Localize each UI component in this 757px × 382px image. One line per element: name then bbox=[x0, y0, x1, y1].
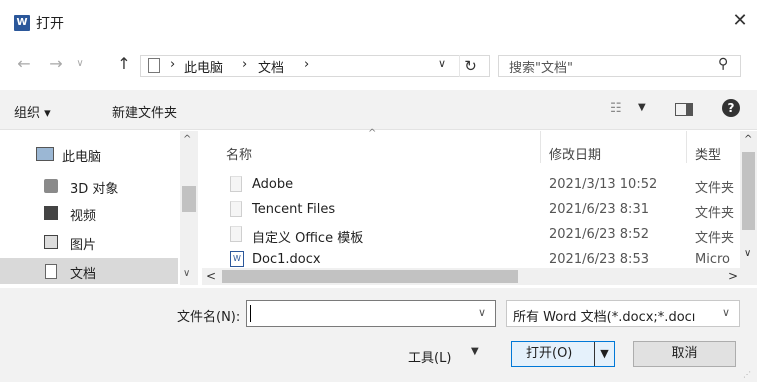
table-row[interactable]: W Doc1.docx 2021/6/23 8:53 Micro bbox=[222, 250, 740, 268]
up-arrow-icon[interactable]: ↑ bbox=[114, 54, 134, 74]
breadcrumb-separator: › bbox=[242, 57, 248, 72]
file-name: 自定义 Office 模板 bbox=[252, 231, 364, 246]
back-arrow-icon[interactable]: ← bbox=[14, 54, 34, 74]
sidebar-item-label: 此电脑 bbox=[62, 150, 102, 165]
file-type: 文件夹 bbox=[695, 181, 735, 196]
file-modified: 2021/6/23 8:52 bbox=[549, 227, 649, 242]
column-header-type[interactable]: 类型 bbox=[695, 144, 721, 163]
breadcrumb-documents[interactable]: 文档 bbox=[258, 57, 284, 76]
column-divider[interactable] bbox=[540, 131, 541, 163]
column-header-name[interactable]: 名称 bbox=[226, 144, 252, 163]
folder-icon bbox=[230, 201, 242, 217]
sidebar-item-label: 视频 bbox=[70, 209, 97, 224]
table-row[interactable]: 自定义 Office 模板 2021/6/23 8:52 文件夹 bbox=[222, 225, 740, 247]
title-bar bbox=[0, 0, 757, 42]
word-app-icon: W bbox=[14, 15, 30, 31]
file-type: 文件夹 bbox=[695, 206, 735, 221]
file-modified: 2021/3/13 10:52 bbox=[549, 177, 658, 192]
close-icon[interactable]: ✕ bbox=[728, 10, 752, 34]
preview-pane-icon[interactable] bbox=[675, 103, 693, 116]
refresh-icon[interactable]: ↻ bbox=[459, 55, 481, 77]
sidebar-item-3d-objects[interactable]: 3D 对象 bbox=[0, 173, 178, 199]
view-options-icon[interactable]: ☷ bbox=[610, 101, 622, 116]
folder-icon bbox=[230, 176, 242, 192]
file-type-select[interactable]: 所有 Word 文档(*.docx;*.docı bbox=[506, 300, 740, 327]
word-document-icon: W bbox=[230, 251, 244, 267]
sidebar-scroll-thumb[interactable] bbox=[182, 186, 196, 212]
sidebar-item-documents[interactable]: 文档 bbox=[0, 258, 178, 284]
file-modified: 2021/6/23 8:53 bbox=[549, 252, 649, 267]
sidebar-item-videos[interactable]: 视频 bbox=[0, 200, 178, 226]
video-icon bbox=[44, 206, 58, 220]
cube-icon bbox=[44, 179, 58, 193]
filename-dropdown-chevron-icon[interactable]: ∨ bbox=[478, 306, 486, 319]
document-icon bbox=[148, 58, 160, 73]
document-icon bbox=[45, 264, 57, 279]
file-type-dropdown-chevron-icon[interactable]: ∨ bbox=[722, 306, 730, 319]
breadcrumb-separator: › bbox=[170, 57, 176, 72]
cancel-button[interactable]: 取消 bbox=[633, 341, 736, 367]
file-type-value: 所有 Word 文档(*.docx;*.docı bbox=[513, 310, 696, 325]
vertical-scroll-thumb[interactable] bbox=[742, 152, 755, 230]
picture-icon bbox=[44, 235, 58, 249]
new-folder-button[interactable]: 新建文件夹 bbox=[112, 102, 177, 121]
scroll-left-arrow-icon[interactable]: < bbox=[206, 269, 216, 283]
folder-icon bbox=[230, 226, 242, 242]
sidebar-item-label: 文档 bbox=[70, 267, 97, 282]
sort-ascending-icon: ^ bbox=[368, 128, 377, 139]
view-dropdown-icon[interactable]: ▼ bbox=[638, 102, 646, 113]
scroll-down-arrow-icon[interactable]: ∨ bbox=[183, 268, 190, 279]
search-placeholder: 搜索"文档" bbox=[509, 61, 573, 76]
search-icon[interactable]: ⚲ bbox=[718, 56, 728, 72]
scroll-up-arrow-icon[interactable]: ^ bbox=[744, 134, 752, 145]
scroll-down-arrow-icon[interactable]: ∨ bbox=[744, 248, 751, 259]
file-type: Micro bbox=[695, 252, 730, 267]
horizontal-scroll-thumb[interactable] bbox=[222, 270, 518, 283]
sidebar-item-label: 图片 bbox=[70, 238, 97, 253]
file-name: Tencent Files bbox=[252, 202, 336, 217]
breadcrumb-this-pc[interactable]: 此电脑 bbox=[184, 57, 223, 76]
open-button-label: 打开(O) bbox=[526, 346, 573, 361]
file-type: 文件夹 bbox=[695, 231, 735, 246]
sidebar-item-this-pc[interactable]: 此电脑 bbox=[0, 141, 178, 167]
column-divider[interactable] bbox=[686, 131, 687, 163]
organize-menu-button[interactable]: 组织 ▾ bbox=[14, 102, 51, 121]
filename-label: 文件名(N): bbox=[177, 310, 241, 325]
file-name: Adobe bbox=[252, 177, 294, 192]
resize-grip-icon[interactable]: ⋰ bbox=[743, 370, 751, 379]
scroll-right-arrow-icon[interactable]: > bbox=[728, 269, 738, 283]
tools-menu-button[interactable]: 工具(L) bbox=[408, 347, 451, 366]
file-name: Doc1.docx bbox=[252, 252, 321, 267]
filename-input[interactable] bbox=[246, 300, 496, 327]
text-caret bbox=[250, 305, 251, 322]
scroll-up-arrow-icon[interactable]: ^ bbox=[183, 134, 191, 145]
tools-dropdown-icon[interactable]: ▼ bbox=[471, 346, 479, 357]
table-row[interactable]: Tencent Files 2021/6/23 8:31 文件夹 bbox=[222, 200, 740, 222]
help-icon[interactable]: ? bbox=[722, 99, 740, 117]
sidebar-item-label: 3D 对象 bbox=[70, 182, 119, 197]
table-row[interactable]: Adobe 2021/3/13 10:52 文件夹 bbox=[222, 175, 740, 197]
computer-icon bbox=[36, 147, 54, 161]
column-header-modified[interactable]: 修改日期 bbox=[549, 144, 601, 163]
sidebar-item-pictures[interactable]: 图片 bbox=[0, 229, 178, 255]
recent-locations-chevron-icon[interactable]: ∨ bbox=[70, 54, 90, 74]
breadcrumb-separator: › bbox=[304, 57, 310, 72]
forward-arrow-icon[interactable]: → bbox=[46, 54, 66, 74]
open-split-dropdown-icon[interactable]: ▼ bbox=[594, 342, 614, 366]
address-dropdown-chevron-icon[interactable]: ∨ bbox=[438, 57, 446, 70]
window-title: 打开 bbox=[36, 16, 64, 32]
file-modified: 2021/6/23 8:31 bbox=[549, 202, 649, 217]
